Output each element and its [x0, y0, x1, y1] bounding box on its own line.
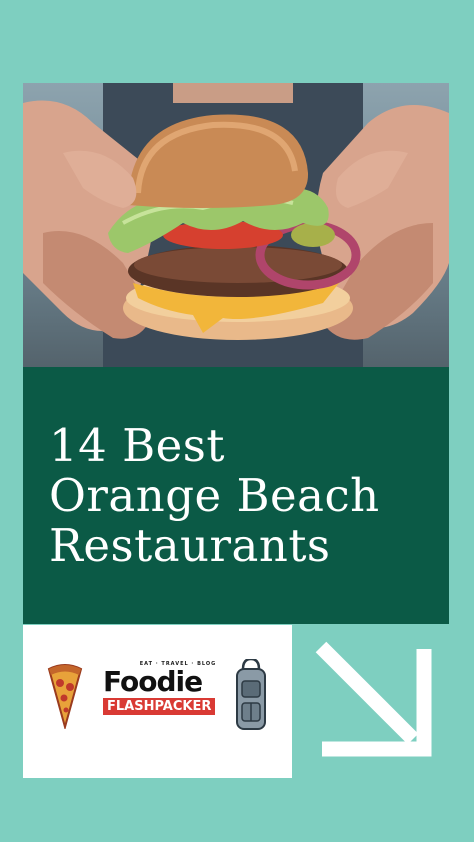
burger-photo [23, 83, 449, 367]
title-line-3: Restaurants [49, 519, 331, 572]
title-line-1: 14 Best [49, 419, 225, 472]
title-line-2: Orange Beach [49, 469, 380, 522]
arrow-down-right-icon [315, 641, 432, 757]
brand-logo-panel[interactable]: EAT · TRAVEL · BLOG Foodie FLASHPACKER [23, 625, 292, 778]
backpack-icon [236, 659, 266, 730]
arrow-link[interactable] [295, 625, 449, 778]
brand-name-top: Foodie [103, 665, 203, 698]
brand-wordmark: EAT · TRAVEL · BLOG Foodie FLASHPACKER [103, 661, 243, 715]
brand-name-bottom: FLASHPACKER [103, 698, 216, 715]
title-panel: 14 Best Orange Beach Restaurants [23, 367, 449, 624]
pin-title: 14 Best Orange Beach Restaurants [49, 421, 380, 571]
burger-illustration [23, 83, 449, 367]
pizza-icon [47, 664, 83, 729]
